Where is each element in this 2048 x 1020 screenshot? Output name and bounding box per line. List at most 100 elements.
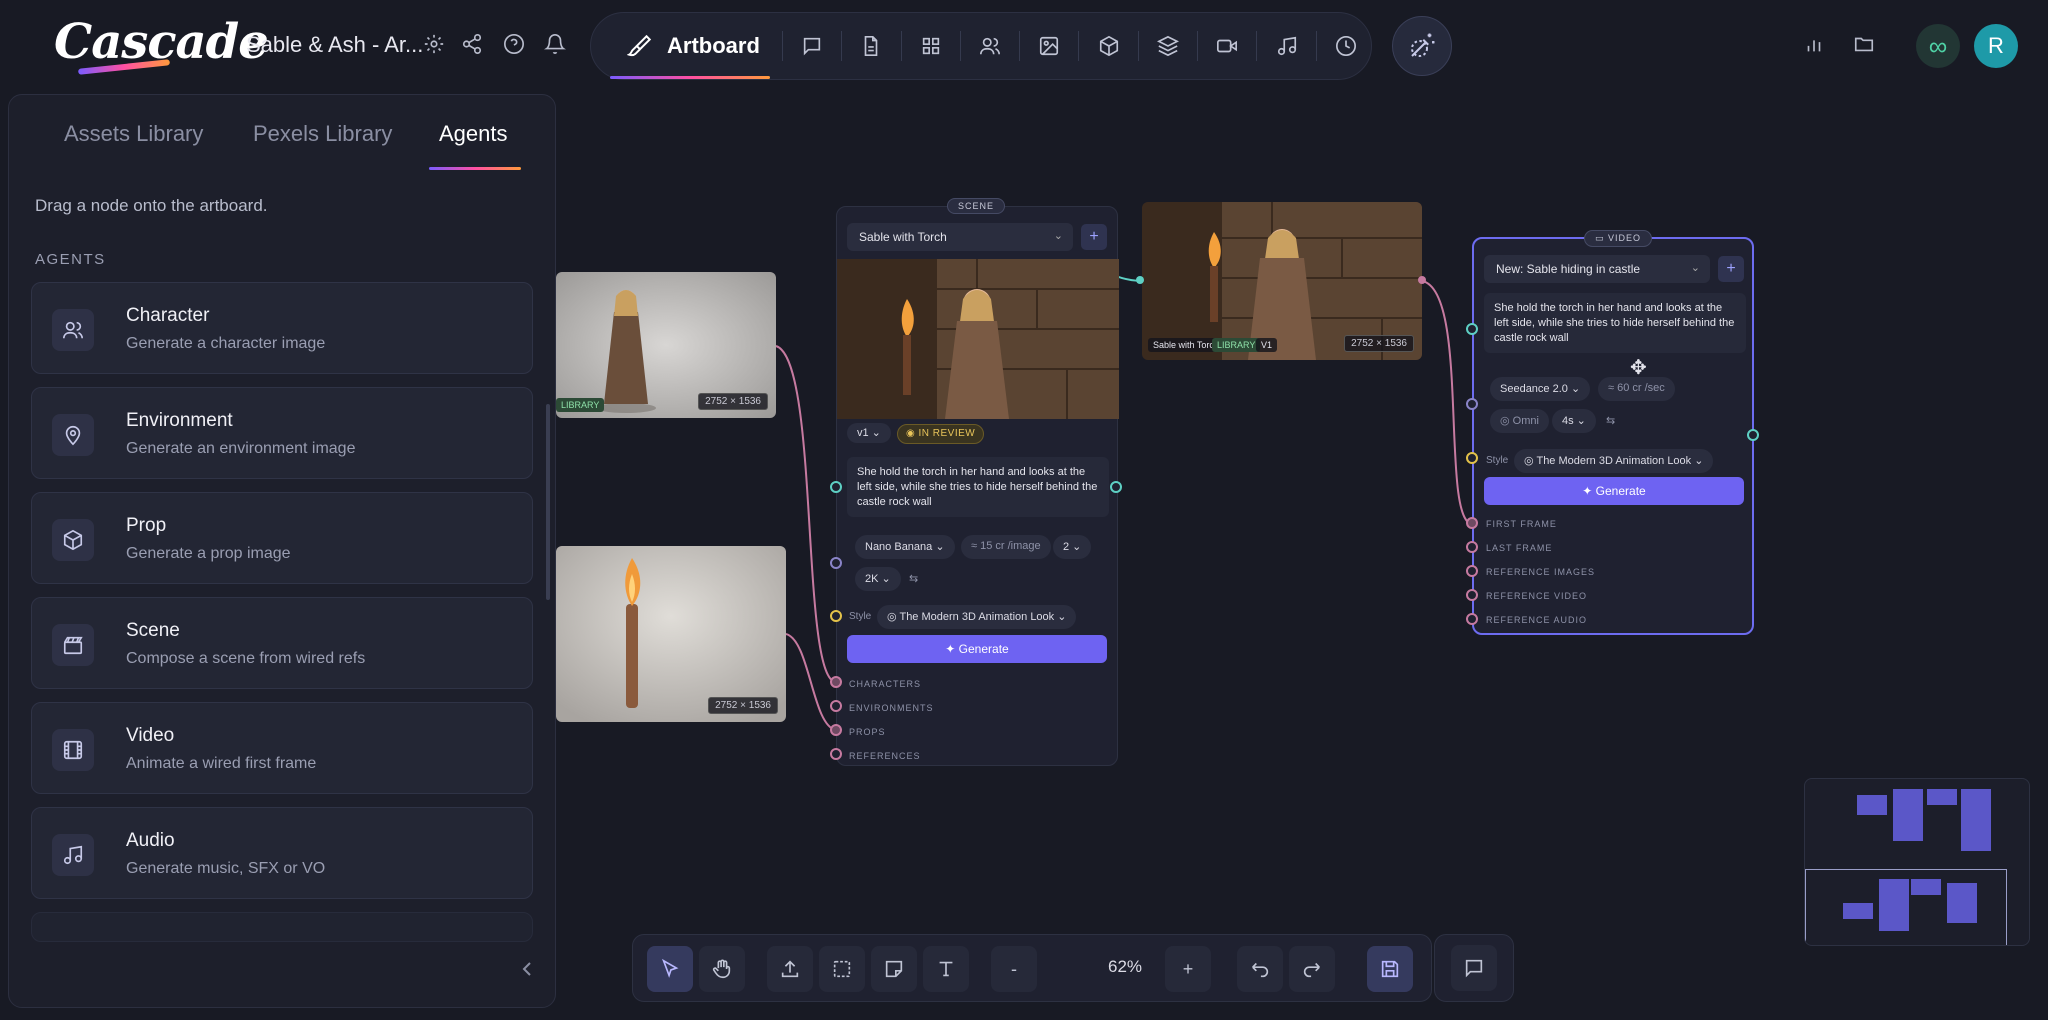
agent-card-audio[interactable]: Audio Generate music, SFX or VO [31,807,533,899]
music-note-icon[interactable] [1261,24,1311,68]
scene-prompt[interactable]: She hold the torch in her hand and looks… [847,457,1109,517]
output-connector-dot[interactable] [1136,276,1144,284]
environments-input-port[interactable] [830,700,842,712]
character-image-node[interactable]: LIBRARY 2752 × 1536 [556,272,776,418]
version-select[interactable]: v1 ⌄ [847,423,891,443]
port-characters: CHARACTERS [849,679,922,689]
scene-output-image-node[interactable]: Sable with Torch LIBRARY V1 2752 × 1536 [1142,202,1422,360]
video-generate-button[interactable]: ✦ Generate [1484,477,1744,505]
agent-card-environment[interactable]: Environment Generate an environment imag… [31,387,533,479]
video-node[interactable]: ▭ VIDEO New: Sable hiding in castle ⌄ + … [1472,230,1754,635]
resolution-select[interactable]: 2K ⌄ [855,567,901,591]
canvas-minimap[interactable] [1804,778,2030,946]
props-input-port[interactable] [830,724,842,736]
upload-button[interactable] [767,946,813,992]
project-title[interactable]: Sable & Ash - Ar... [246,32,423,58]
clock-icon[interactable] [1321,24,1371,68]
generate-button[interactable]: ✦ Generate [847,635,1107,663]
video-style-select[interactable]: ◎ The Modern 3D Animation Look ⌄ [1514,449,1714,473]
cube-icon[interactable] [1083,24,1133,68]
style-input-port[interactable] [830,610,842,622]
magic-wand-button[interactable] [1392,16,1452,76]
scene-title-select[interactable]: Sable with Torch ⌄ [847,223,1073,251]
video-model-input-port[interactable] [1466,398,1478,410]
select-tool-button[interactable] [647,946,693,992]
output-connector-dot[interactable] [1418,276,1426,284]
toolbar-separator [1137,31,1139,61]
zoom-out-button[interactable]: - [991,946,1037,992]
agent-title: Audio [126,830,175,851]
marquee-select-button[interactable] [819,946,865,992]
agent-description: Generate music, SFX or VO [126,860,326,877]
agent-card-scene[interactable]: Scene Compose a scene from wired refs [31,597,533,689]
image-icon[interactable] [1024,24,1074,68]
panel-scrollbar[interactable] [546,404,550,600]
chevron-left-icon[interactable] [515,957,539,981]
folder-icon[interactable] [1850,30,1878,58]
users-icon[interactable] [965,24,1015,68]
help-icon[interactable] [500,30,528,58]
style-select[interactable]: ◎ The Modern 3D Animation Look ⌄ [877,605,1077,629]
save-button[interactable] [1367,946,1413,992]
status-badge: ◉ IN REVIEW [897,424,985,444]
characters-input-port[interactable] [830,676,842,688]
agent-title: Scene [126,620,180,641]
last-frame-input-port[interactable] [1466,541,1478,553]
layers-icon[interactable] [1143,24,1193,68]
torch-image-node[interactable]: 2752 × 1536 [556,546,786,722]
model-select[interactable]: Nano Banana ⌄ [855,535,955,559]
chevron-down-icon: ⌄ [1053,230,1063,242]
comments-button[interactable] [1451,945,1497,991]
minimap-viewport[interactable] [1805,869,2007,945]
aspect-select[interactable]: ◎ Omni [1490,409,1549,433]
bar-chart-icon[interactable] [1800,30,1828,58]
port-reference-video: REFERENCE VIDEO [1486,591,1588,601]
tab-agents[interactable]: Agents [439,121,508,147]
video-output-port[interactable] [1747,429,1759,441]
chat-bubble-icon [1465,959,1483,978]
bell-icon[interactable] [541,30,569,58]
video-model-select[interactable]: Seedance 2.0 ⌄ [1490,377,1591,401]
video-prompt-input-port[interactable] [1466,323,1478,335]
infinity-credits-button[interactable]: ∞ [1916,24,1960,68]
redo-icon [1303,962,1320,978]
duration-select[interactable]: 4s ⌄ [1552,409,1596,433]
video-prompt[interactable]: She hold the torch in her hand and looks… [1484,293,1746,353]
first-frame-input-port[interactable] [1466,517,1478,529]
tab-pexels-library[interactable]: Pexels Library [253,121,392,147]
undo-button[interactable] [1237,946,1283,992]
swap-icon[interactable]: ⇆ [899,567,928,591]
model-input-port[interactable] [830,557,842,569]
video-camera-icon[interactable] [1202,24,1252,68]
pan-tool-button[interactable] [699,946,745,992]
comment-tool-icon[interactable] [787,24,837,68]
zoom-in-button[interactable]: + [1165,946,1211,992]
sticky-note-button[interactable] [871,946,917,992]
agent-card-video[interactable]: Video Animate a wired first frame [31,702,533,794]
swap-icon[interactable]: ⇆ [1596,409,1625,433]
grid-icon[interactable] [905,24,955,68]
prompt-output-port[interactable] [1110,481,1122,493]
video-style-input-port[interactable] [1466,452,1478,464]
prompt-input-port[interactable] [830,481,842,493]
reference-video-input-port[interactable] [1466,589,1478,601]
count-select[interactable]: 2 ⌄ [1053,535,1092,559]
video-title-select[interactable]: New: Sable hiding in castle ⌄ [1484,255,1710,283]
agent-card-character[interactable]: Character Generate a character image [31,282,533,374]
reference-images-input-port[interactable] [1466,565,1478,577]
references-input-port[interactable] [830,748,842,760]
artboard-button[interactable]: Artboard [627,24,778,68]
text-tool-button[interactable] [923,946,969,992]
scene-node[interactable]: SCENE Sable with Torch ⌄ + v1 ⌄ ◉ IN REV… [836,198,1119,766]
tab-assets-library[interactable]: Assets Library [64,121,203,147]
add-version-button[interactable]: + [1081,224,1107,250]
user-avatar[interactable]: R [1974,24,2018,68]
add-version-button[interactable]: + [1718,256,1744,282]
document-icon[interactable] [846,24,896,68]
agent-card-more[interactable] [31,912,533,942]
redo-button[interactable] [1289,946,1335,992]
settings-gear-icon[interactable] [420,30,448,58]
share-icon[interactable] [458,30,486,58]
agent-card-prop[interactable]: Prop Generate a prop image [31,492,533,584]
reference-audio-input-port[interactable] [1466,613,1478,625]
